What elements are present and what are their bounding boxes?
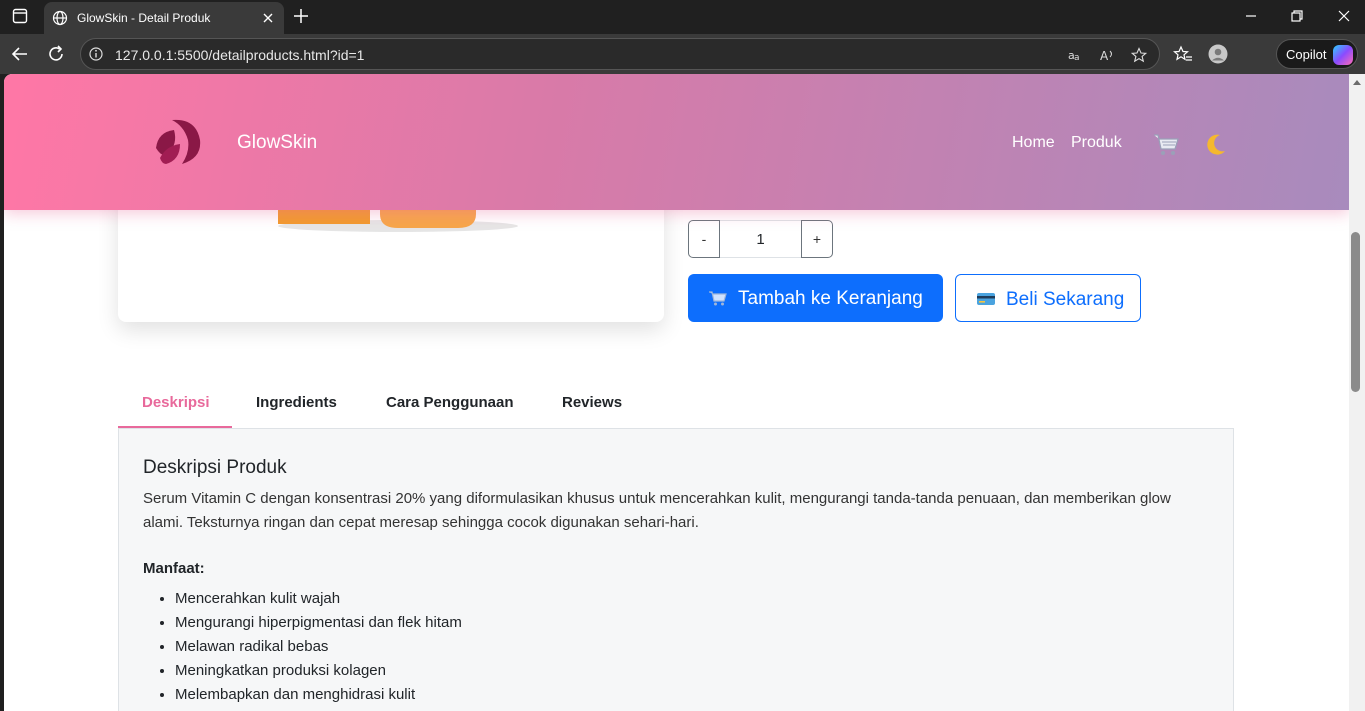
read-aloud-icon[interactable]: A (1099, 47, 1115, 63)
svg-text:a: a (1074, 53, 1080, 63)
credit-card-icon (977, 293, 995, 305)
tab-reviews[interactable]: Reviews (562, 394, 622, 411)
tab-ingredients[interactable]: Ingredients (256, 394, 337, 411)
favorites-icon[interactable] (1173, 44, 1193, 64)
back-icon[interactable] (10, 44, 30, 64)
address-bar: 127.0.0.1:5500/detailproducts.html?id=1 … (0, 34, 1365, 74)
description-text: Serum Vitamin C dengan konsentrasi 20% y… (143, 490, 1171, 531)
add-to-cart-label: Tambah ke Keranjang (738, 288, 923, 309)
buy-now-label: Beli Sekarang (1006, 289, 1125, 310)
site-navbar: GlowSkin Home Produk (4, 74, 1349, 210)
benefits-list: Mencerahkan kulit wajah Mengurangi hiper… (175, 587, 462, 707)
add-to-cart-button[interactable]: Tambah ke Keranjang (688, 274, 943, 322)
buy-now-button[interactable]: Beli Sekarang (955, 274, 1141, 322)
new-tab-icon[interactable] (292, 7, 310, 25)
copilot-label: Copilot (1286, 47, 1327, 62)
close-window-icon[interactable] (1337, 9, 1351, 23)
nav-link-produk[interactable]: Produk (1071, 134, 1122, 152)
nav-link-home[interactable]: Home (1012, 134, 1055, 152)
tab-deskripsi[interactable]: Deskripsi (142, 394, 210, 411)
benefits-title: Manfaat: (143, 560, 205, 577)
description-title: Deskripsi Produk (143, 457, 287, 478)
increase-quantity-button[interactable]: + (801, 220, 833, 258)
scroll-up-arrow-icon[interactable] (1353, 80, 1361, 85)
list-item: Melembapkan dan menghidrasi kulit (175, 683, 462, 707)
copilot-button[interactable]: Copilot (1276, 39, 1358, 69)
list-item: Meningkatkan produksi kolagen (175, 659, 462, 683)
restore-icon[interactable] (1290, 9, 1304, 23)
url-field[interactable]: 127.0.0.1:5500/detailproducts.html?id=1 … (80, 38, 1160, 70)
tab-title: GlowSkin - Detail Produk (77, 11, 211, 25)
tab-cara-penggunaan[interactable]: Cara Penggunaan (386, 394, 514, 411)
reload-icon[interactable] (46, 44, 66, 64)
copilot-icon (1333, 45, 1353, 65)
svg-text:A: A (1100, 49, 1109, 63)
shopping-cart-icon[interactable] (1153, 132, 1179, 156)
quantity-input[interactable] (720, 220, 801, 258)
browser-tab-active[interactable]: GlowSkin - Detail Produk (44, 2, 284, 34)
dark-mode-moon-icon[interactable] (1202, 132, 1228, 158)
globe-icon (52, 10, 68, 26)
glowskin-logo-icon[interactable] (152, 118, 204, 166)
list-item: Melawan radikal bebas (175, 635, 462, 659)
tab-actions-icon[interactable] (12, 8, 28, 24)
scrollbar-thumb[interactable] (1351, 232, 1360, 392)
brand-name[interactable]: GlowSkin (237, 132, 317, 154)
close-tab-icon[interactable] (260, 10, 276, 26)
browser-tab-bar: GlowSkin - Detail Produk (0, 0, 1365, 34)
page-viewport: DERMATOLOGI 20 ml (0.6 U.S.FL.OZ.) · DER… (4, 74, 1349, 711)
profile-avatar-icon[interactable] (1208, 44, 1228, 64)
translate-icon[interactable]: aa (1067, 47, 1083, 63)
favorite-star-icon[interactable] (1131, 47, 1147, 63)
decrease-quantity-button[interactable]: - (688, 220, 720, 258)
cart-icon (709, 291, 727, 306)
list-item: Mencerahkan kulit wajah (175, 587, 462, 611)
url-text: 127.0.0.1:5500/detailproducts.html?id=1 (115, 47, 365, 63)
product-tabs: Deskripsi Ingredients Cara Penggunaan Re… (118, 378, 1234, 429)
page-scrollbar[interactable] (1349, 74, 1365, 711)
list-item: Mengurangi hiperpigmentasi dan flek hita… (175, 611, 462, 635)
description-panel: Deskripsi Produk Serum Vitamin C dengan … (118, 428, 1234, 711)
site-info-icon[interactable] (89, 47, 103, 61)
minimize-icon[interactable] (1244, 9, 1258, 23)
